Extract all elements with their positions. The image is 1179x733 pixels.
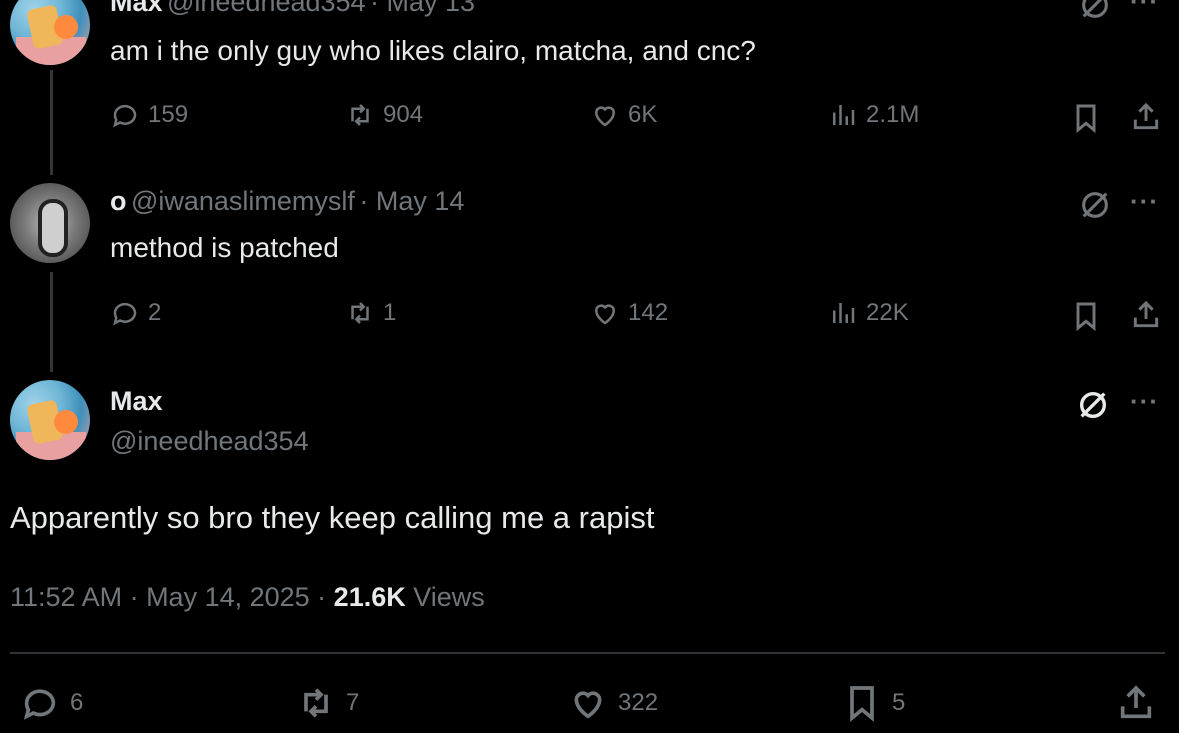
bookmark-count: 5 <box>892 689 906 716</box>
repost-button[interactable]: 7 <box>296 683 359 723</box>
tweet-text: am i the only guy who likes clairo, matc… <box>110 35 756 66</box>
reply-icon <box>113 302 137 326</box>
tweet-text: method is patched <box>110 232 339 263</box>
like-icon <box>594 106 616 127</box>
reply-count: 6 <box>70 689 84 716</box>
author-handle[interactable]: @iwanaslimemyslf <box>131 186 355 216</box>
repost-icon <box>304 688 328 718</box>
avatar[interactable] <box>10 380 90 460</box>
reply-button[interactable]: 159 <box>110 100 188 130</box>
grok-icon[interactable] <box>1078 188 1112 227</box>
bookmark-icon <box>1076 302 1096 332</box>
repost-count: 7 <box>346 689 360 716</box>
views-button[interactable]: 22K <box>828 298 909 328</box>
reply-icon <box>23 689 56 720</box>
timestamp[interactable]: 11:52 AM · May 14, 2025 · <box>10 582 334 612</box>
views-count: 22K <box>866 299 909 326</box>
repost-icon <box>351 302 369 324</box>
like-count: 142 <box>628 299 669 326</box>
bookmark-button[interactable] <box>1070 102 1102 139</box>
reply-count: 159 <box>148 101 189 128</box>
bookmark-icon <box>850 686 874 722</box>
avatar[interactable] <box>10 183 90 263</box>
repost-icon <box>351 104 369 126</box>
tweet-date[interactable]: · May 13 <box>370 0 475 17</box>
grok-icon[interactable] <box>1078 0 1112 27</box>
like-count: 322 <box>618 689 659 716</box>
repost-button[interactable]: 1 <box>345 298 396 328</box>
share-button[interactable] <box>1130 101 1162 138</box>
more-options-button[interactable]: ··· <box>1130 0 1159 17</box>
tweet-date[interactable]: · May 14 <box>359 186 464 216</box>
tweet-text: Apparently so bro they keep calling me a… <box>10 500 655 535</box>
repost-count: 904 <box>383 101 424 128</box>
reply-icon <box>113 104 137 128</box>
like-button[interactable]: 142 <box>590 298 668 328</box>
reply-button[interactable]: 6 <box>20 683 83 723</box>
views-count: 2.1M <box>866 101 920 128</box>
more-options-button[interactable]: ··· <box>1130 386 1159 417</box>
grok-icon[interactable] <box>1076 388 1110 427</box>
share-icon <box>1133 102 1159 130</box>
repost-count: 1 <box>383 299 397 326</box>
like-button[interactable]: 6K <box>590 100 657 130</box>
views-button[interactable]: 2.1M <box>828 100 919 130</box>
avatar[interactable] <box>10 0 90 65</box>
like-count: 6K <box>628 101 658 128</box>
tweet-meta: 11:52 AM · May 14, 2025 · 21.6K Views <box>10 582 485 613</box>
like-icon <box>594 304 616 325</box>
share-button[interactable] <box>1116 683 1156 723</box>
views-count: 21.6K <box>333 582 406 612</box>
author-handle[interactable]: @ineedhead354 <box>110 426 309 457</box>
like-button[interactable]: 322 <box>568 683 658 723</box>
author-name[interactable]: Max <box>110 0 163 17</box>
bookmark-icon <box>1076 104 1096 134</box>
divider <box>10 652 1165 654</box>
reply-count: 2 <box>148 299 162 326</box>
share-icon <box>1133 300 1159 328</box>
reply-button[interactable]: 2 <box>110 298 161 328</box>
share-icon <box>1120 685 1152 719</box>
repost-button[interactable]: 904 <box>345 100 423 130</box>
views-label: Views <box>405 582 485 612</box>
author-handle[interactable]: @ineedhead354 <box>167 0 366 17</box>
like-icon <box>574 691 602 719</box>
bookmark-button[interactable]: 5 <box>842 683 905 723</box>
thread-line <box>50 272 53 372</box>
thread-line <box>50 70 53 175</box>
views-icon <box>833 105 855 125</box>
bookmark-button[interactable] <box>1070 300 1102 337</box>
author-name[interactable]: Max <box>110 386 163 417</box>
share-button[interactable] <box>1130 299 1162 336</box>
views-icon <box>833 303 855 323</box>
more-options-button[interactable]: ··· <box>1130 186 1159 217</box>
author-name[interactable]: o <box>110 186 127 216</box>
